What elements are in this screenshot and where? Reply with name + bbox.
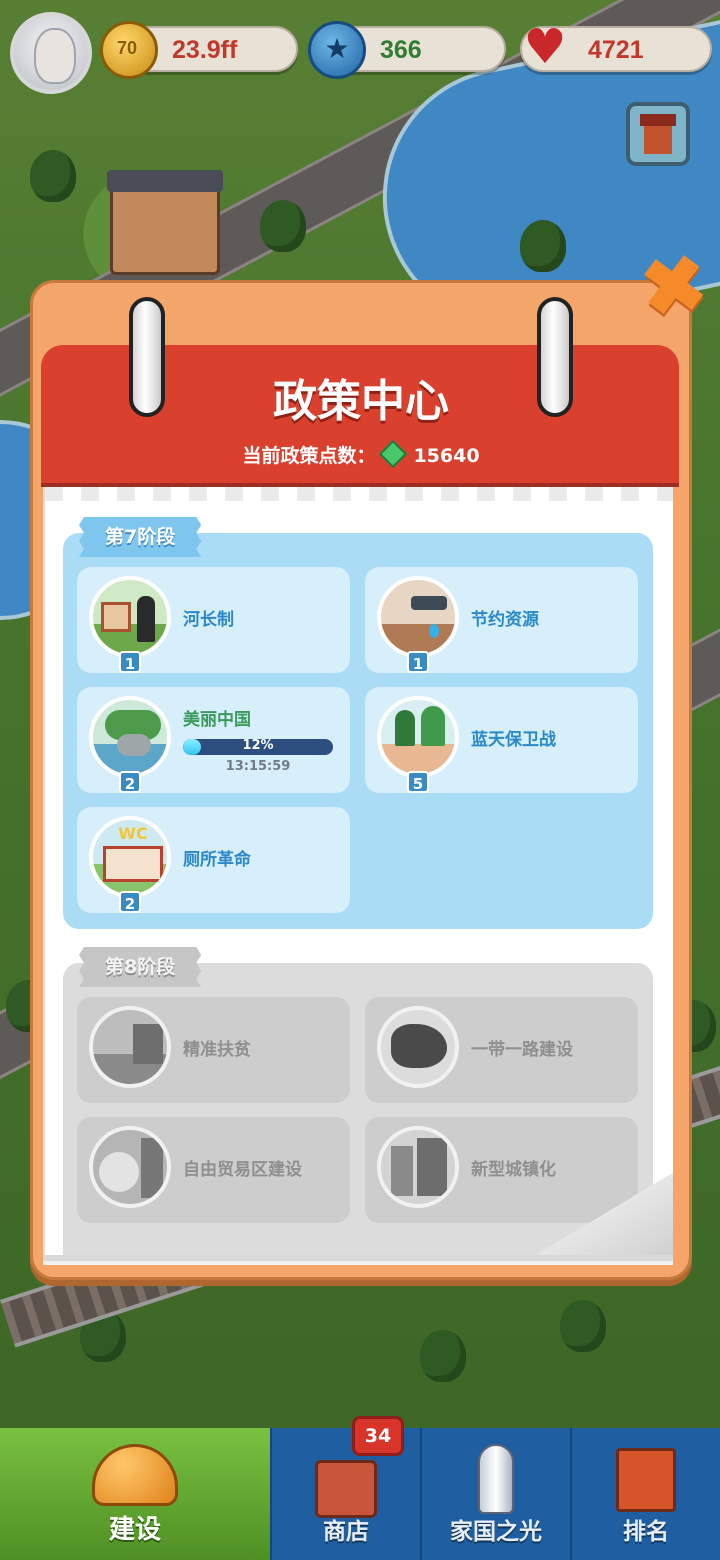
pagoda-icon-base — [644, 126, 672, 154]
policy-card-toilet-revolution[interactable]: WC 2 厕所革命 — [77, 807, 350, 913]
stage-label: 第7阶段 — [79, 517, 202, 557]
gem-icon — [379, 439, 408, 469]
policy-card-save-resources[interactable]: 1 节约资源 — [365, 567, 638, 673]
player-avatar[interactable] — [10, 12, 92, 94]
star-icon: ★ — [308, 21, 366, 79]
star-value: 366 — [380, 36, 422, 64]
policy-card-blue-sky[interactable]: 5 蓝天保卫战 — [365, 687, 638, 793]
upgrade-timer: 13:15:59 — [225, 759, 291, 774]
policy-name: 自由贸易区建设 — [183, 1160, 302, 1180]
ranking-icon — [616, 1448, 676, 1512]
progress-percent: 12% — [242, 739, 274, 753]
toilet-building-icon: WC — [89, 816, 171, 898]
shop-icon — [315, 1460, 377, 1518]
river-chief-icon — [89, 576, 171, 658]
policy-card-belt-road[interactable]: 一带一路建设 — [365, 997, 638, 1103]
stage-8-section: 第8阶段 精准扶贫 一带一路建设 自由贸易区建设 新型城镇化 — [63, 947, 653, 1255]
stage-7-section: 第7阶段 1 河长制 1 节约资源 2 美丽中国 12% 13:15:59 5 … — [63, 517, 653, 929]
policy-center-panel: 政策中心 当前政策点数： 15640 第7阶段 1 河长制 1 节约资源 2 美… — [30, 280, 692, 1280]
policy-level: 5 — [407, 771, 429, 793]
policy-name: 新型城镇化 — [471, 1160, 556, 1180]
upgrade-progress-bar: 12% — [183, 739, 333, 755]
policy-name: 蓝天保卫战 — [471, 730, 556, 750]
nav-label: 建设 — [108, 1515, 161, 1545]
heart-value: 4721 — [588, 36, 644, 64]
coin-icon: 70 — [100, 21, 158, 79]
policy-name: 一带一路建设 — [471, 1040, 573, 1060]
policy-name: 厕所革命 — [183, 850, 251, 870]
nav-label: 家国之光 — [450, 1519, 542, 1545]
policy-card-new-urbanization[interactable]: 新型城镇化 — [365, 1117, 638, 1223]
city-building[interactable] — [107, 170, 223, 275]
globe-icon — [377, 1006, 459, 1088]
forest-hands-icon — [377, 696, 459, 778]
tree — [30, 150, 76, 202]
policy-card-poverty-alleviation[interactable]: 精准扶贫 — [77, 997, 350, 1103]
pagoda-icon — [640, 114, 676, 126]
policy-points: 当前政策点数： 15640 — [33, 439, 689, 469]
tree — [560, 1300, 606, 1352]
nav-tab-national-glory[interactable]: 家国之光 — [420, 1428, 570, 1560]
nav-tab-build[interactable]: 建设 — [0, 1428, 270, 1560]
heart-counter[interactable]: ♥ 4721 — [520, 21, 712, 73]
torn-edge — [45, 487, 673, 501]
close-icon[interactable]: ✖ — [636, 238, 713, 334]
rocket-icon — [478, 1444, 514, 1514]
nav-label: 排名 — [623, 1519, 669, 1545]
tree — [260, 200, 306, 252]
tree — [420, 1330, 466, 1382]
stage-label: 第8阶段 — [79, 947, 202, 987]
coin-value: 23.9ff — [172, 36, 238, 64]
nav-label: 商店 — [323, 1519, 369, 1545]
poverty-alleviation-icon — [89, 1006, 171, 1088]
policy-card-beautiful-china[interactable]: 2 美丽中国 12% 13:15:59 — [77, 687, 350, 793]
water-tap-icon — [377, 576, 459, 658]
shop-notification-badge: 34 — [352, 1416, 404, 1456]
helmet-icon — [92, 1444, 178, 1506]
heart-icon: ♥ — [523, 19, 567, 75]
policy-card-river-chief[interactable]: 1 河长制 — [77, 567, 350, 673]
policy-name: 节约资源 — [471, 610, 539, 630]
policy-name: 河长制 — [183, 610, 234, 630]
policy-points-value: 15640 — [413, 445, 480, 467]
policy-name: 美丽中国 — [183, 710, 251, 730]
policy-name: 精准扶贫 — [183, 1040, 251, 1060]
panel-title: 政策中心 — [273, 376, 449, 427]
policy-points-label: 当前政策点数： — [242, 445, 376, 467]
tree — [520, 220, 566, 272]
coin-icon-glyph: 70 — [117, 38, 138, 58]
trade-globe-icon — [89, 1126, 171, 1208]
policy-level: 1 — [407, 651, 429, 673]
star-counter[interactable]: ★ 366 — [308, 21, 506, 79]
avatar-portrait — [34, 28, 76, 84]
world-map-button[interactable] — [626, 102, 690, 166]
policy-level: 2 — [119, 891, 141, 913]
policy-level: 2 — [119, 771, 141, 793]
coin-counter[interactable]: 70 23.9ff — [100, 21, 298, 79]
nav-tab-ranking[interactable]: 排名 — [570, 1428, 720, 1560]
policy-card-free-trade-zone[interactable]: 自由贸易区建设 — [77, 1117, 350, 1223]
policy-list-page[interactable]: 第7阶段 1 河长制 1 节约资源 2 美丽中国 12% 13:15:59 5 … — [43, 487, 673, 1255]
city-blocks-icon — [377, 1126, 459, 1208]
policy-level: 1 — [119, 651, 141, 673]
landscape-icon — [89, 696, 171, 778]
